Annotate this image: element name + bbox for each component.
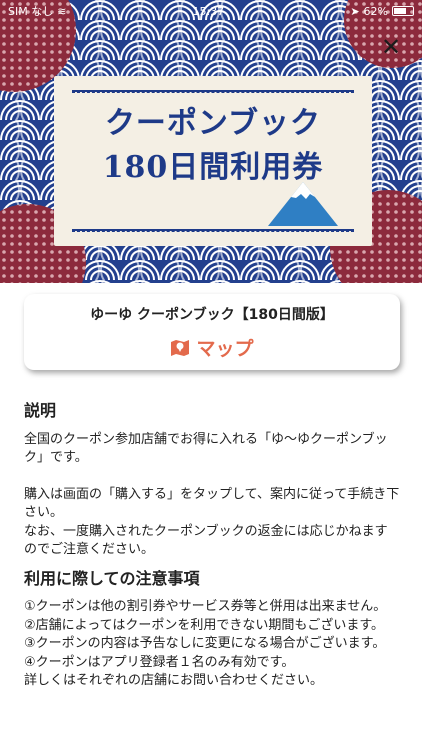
map-label: マップ xyxy=(196,338,254,360)
banner-rule xyxy=(72,229,354,232)
status-bar: SIM なし ≋ 15:37 ➤ 62% xyxy=(0,0,422,22)
note-item: ①クーポンは他の割引券やサービス券等と併用は出来ません。 xyxy=(24,599,387,614)
location-arrow-icon: ➤ xyxy=(350,4,360,18)
mount-fuji-icon xyxy=(268,182,338,226)
close-icon: ✕ xyxy=(380,33,402,61)
carrier-label: SIM なし xyxy=(8,5,54,18)
map-button[interactable]: マップ xyxy=(170,334,254,361)
description-text: 購入は画面の「購入する」をタップして、案内に従って手続き下さい。 xyxy=(24,486,400,521)
note-item: ②店舗によってはクーポンを利用できない期間もございます。 xyxy=(24,617,385,633)
coupon-banner: クーポンブック 180日間利用券 xyxy=(54,76,372,246)
battery-icon xyxy=(392,6,414,16)
map-pin-icon xyxy=(171,339,190,356)
note-item: ③クーポンの内容は予告なしに変更になる場合がございます。 xyxy=(24,636,386,651)
clock: 15:37 xyxy=(192,4,225,18)
battery-percent: 62% xyxy=(363,4,388,18)
note-item: ④クーポンはアプリ登録者１名のみ有効です。 xyxy=(24,654,295,670)
hero-banner-image: クーポンブック 180日間利用券 xyxy=(0,0,422,283)
note-item: 詳しくはそれぞれの店舗にお問い合わせください。 xyxy=(24,673,324,688)
banner-title-line1: クーポンブック xyxy=(104,106,322,141)
close-button[interactable]: ✕ xyxy=(378,34,404,60)
wifi-icon: ≋ xyxy=(57,4,67,18)
coupon-card: ゆーゆ クーポンブック【180日間版】 マップ xyxy=(24,294,400,370)
banner-rule xyxy=(72,90,354,93)
description-section: 説明 全国のクーポン参加店舗でお得に入れる「ゆ〜ゆクーポンブック」です。 購入は… xyxy=(24,401,400,691)
coupon-title: ゆーゆ クーポンブック【180日間版】 xyxy=(90,307,334,323)
notes-heading: 利用に際しての注意事項 xyxy=(24,568,200,588)
description-text: 全国のクーポン参加店舗でお得に入れる「ゆ〜ゆクーポンブック」です。 xyxy=(24,431,388,466)
notes-section: 利用に際しての注意事項 ①クーポンは他の割引券やサービス券等と併用は出来ません。… xyxy=(24,568,400,691)
description-heading: 説明 xyxy=(24,401,57,420)
description-text: なお、一度購入されたクーポンブックの返金には応じかねますのでご注意ください。 xyxy=(24,523,388,558)
